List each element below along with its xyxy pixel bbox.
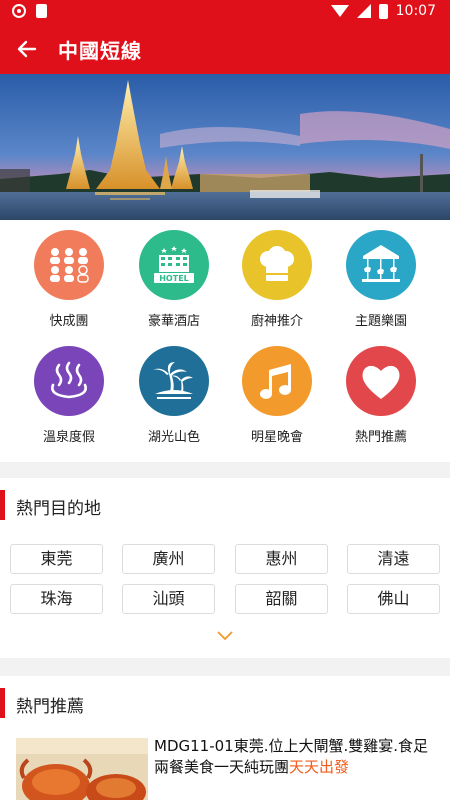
section-accent-bar [0, 688, 5, 718]
category-item[interactable]: 廚神推介 [232, 220, 322, 330]
city-tag[interactable]: 汕頭 [122, 584, 215, 614]
section-header: 熱門目的地 [0, 478, 450, 530]
city-tag[interactable]: 清遠 [347, 544, 440, 574]
category-grid: 快成團 HOTEL 豪華酒店 廚神推介 主題樂園 溫泉度假 湖光山色 明星晚會 … [0, 220, 450, 462]
svg-text:HOTEL: HOTEL [159, 274, 189, 283]
section-accent-bar [0, 490, 5, 520]
category-label: 溫泉度假 [42, 430, 95, 445]
category-item[interactable]: 快成團 [24, 220, 114, 330]
wifi-icon [330, 5, 349, 17]
category-label: 廚神推介 [250, 314, 303, 329]
hot-recommend-section: 熱門推薦 MDG11-01東莞.位上大閘蟹.雙雞宴.食足兩餐美食一天純玩團天天出… [0, 676, 450, 800]
status-time: 10:07 [395, 3, 436, 19]
category-item[interactable]: HOTEL 豪華酒店 [129, 220, 219, 330]
status-bar: 10:07 [0, 0, 450, 24]
hot-destinations-section: 熱門目的地 東莞 廣州 惠州 清遠 珠海 汕頭 韶關 佛山 [0, 478, 450, 658]
city-tag[interactable]: 廣州 [122, 544, 215, 574]
city-tag[interactable]: 珠海 [10, 584, 103, 614]
recommend-item-title[interactable]: MDG11-01東莞.位上大閘蟹.雙雞宴.食足兩餐美食一天純玩團天天出發 [154, 736, 434, 778]
category-label: 主題樂園 [354, 314, 407, 329]
heart-icon [346, 346, 416, 416]
carousel-icon [346, 230, 416, 300]
category-item[interactable]: 熱門推薦 [336, 336, 426, 446]
section-title: 熱門推薦 [16, 697, 84, 717]
city-tag[interactable]: 韶關 [235, 584, 328, 614]
category-label: 豪華酒店 [147, 314, 200, 329]
hot-spring-icon [34, 346, 104, 416]
category-item[interactable]: 溫泉度假 [24, 336, 114, 446]
category-item[interactable]: 明星晚會 [232, 336, 322, 446]
palm-island-icon [139, 346, 209, 416]
section-title: 熱門目的地 [16, 499, 101, 519]
battery-icon [378, 3, 388, 19]
category-label: 明星晚會 [250, 430, 303, 445]
category-label: 湖光山色 [147, 430, 200, 445]
category-label: 快成團 [49, 314, 89, 329]
section-header: 熱門推薦 [0, 676, 450, 728]
arrow-left-icon[interactable] [14, 36, 40, 62]
category-item[interactable]: 主題樂園 [336, 220, 426, 330]
signal-icon [356, 4, 371, 18]
app-bar: 中國短線 [0, 24, 450, 74]
recommend-item-image[interactable] [16, 738, 148, 800]
banner-image[interactable] [0, 74, 450, 220]
recommend-item-highlight: 天天出發 [289, 758, 350, 776]
notification-icon [12, 4, 26, 18]
hotel-icon: HOTEL [139, 230, 209, 300]
city-tag[interactable]: 佛山 [347, 584, 440, 614]
music-note-icon [242, 346, 312, 416]
sd-card-icon [36, 4, 47, 18]
chevron-down-icon[interactable] [217, 628, 233, 644]
city-tag[interactable]: 惠州 [235, 544, 328, 574]
chef-hat-icon [242, 230, 312, 300]
category-label: 熱門推薦 [354, 430, 407, 445]
category-item[interactable]: 湖光山色 [129, 336, 219, 446]
group-people-icon [34, 230, 104, 300]
page-title: 中國短線 [58, 39, 142, 63]
city-tag[interactable]: 東莞 [10, 544, 103, 574]
